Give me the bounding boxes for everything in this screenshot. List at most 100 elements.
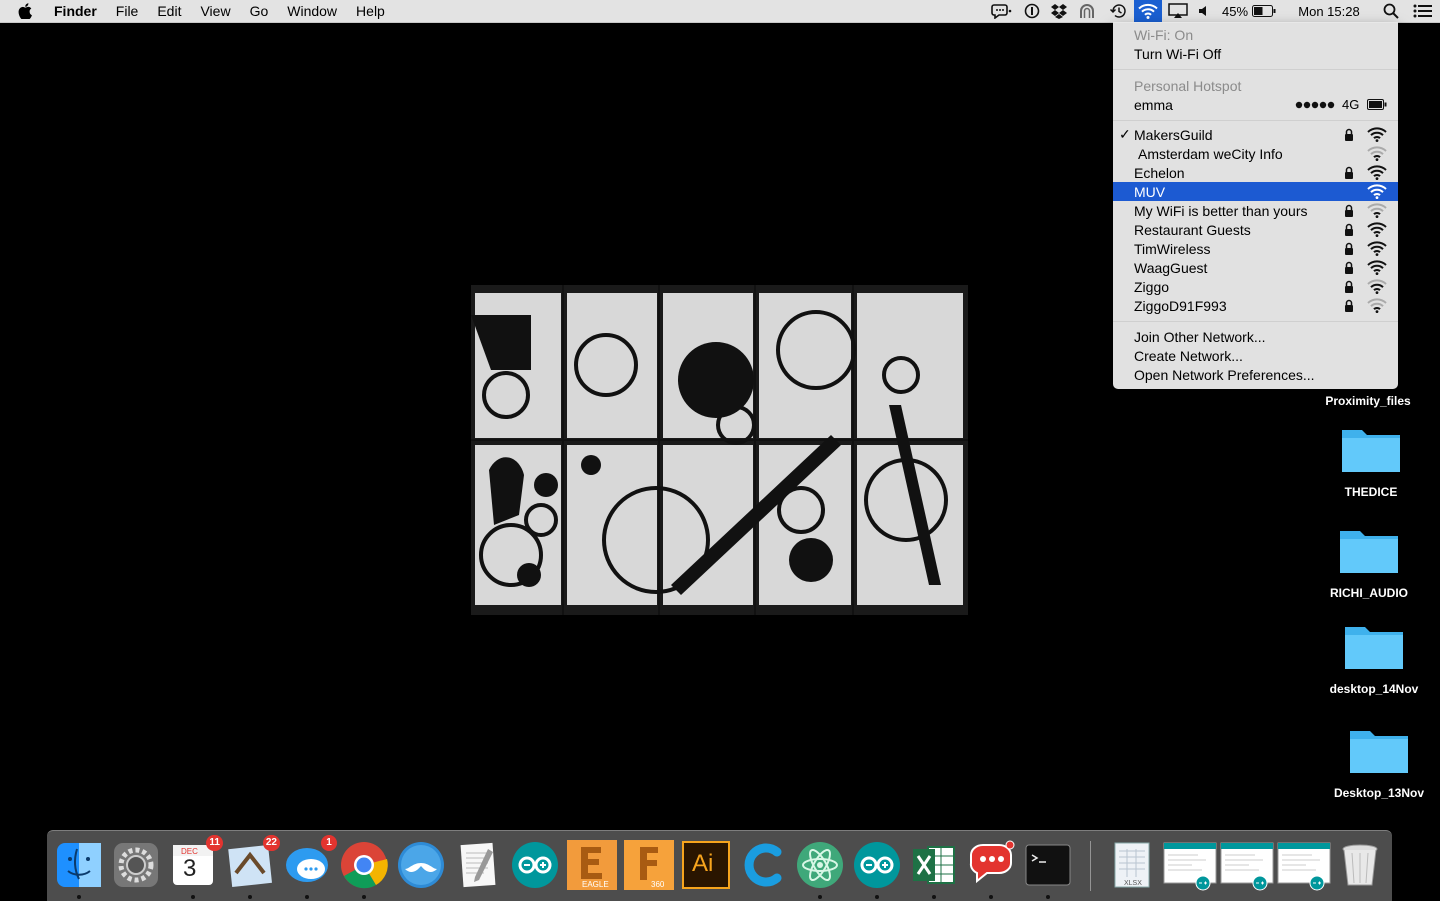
menu-file[interactable]: File xyxy=(116,3,139,19)
desktop-item-label: Proximity_files xyxy=(1325,394,1411,408)
mustache-icon xyxy=(398,842,444,888)
menu-view[interactable]: View xyxy=(200,3,230,19)
network-item-makersguild[interactable]: ✓ MakersGuild xyxy=(1113,125,1398,144)
arduino-window-icon xyxy=(1163,842,1217,891)
arduino-icon xyxy=(854,842,900,888)
turn-wifi-off-item[interactable]: Turn Wi-Fi Off xyxy=(1113,44,1398,63)
running-indicator xyxy=(875,895,879,899)
arduino-window-icon xyxy=(1220,842,1274,891)
network-item-ziggo[interactable]: Ziggo xyxy=(1113,277,1398,296)
dock-mustache-app[interactable] xyxy=(395,839,447,891)
trash-icon xyxy=(1342,844,1378,886)
battery-percent: 45% xyxy=(1221,3,1249,19)
app-menu-finder[interactable]: Finder xyxy=(54,3,97,19)
notification-center-icon[interactable] xyxy=(1406,0,1440,22)
lock-icon xyxy=(1345,128,1353,141)
desktop-folder-desktop-14nov[interactable]: desktop_14Nov xyxy=(1314,621,1434,696)
dock-c-app[interactable] xyxy=(737,839,789,891)
folder-icon xyxy=(1340,531,1398,573)
dock-trash[interactable] xyxy=(1334,839,1386,891)
create-network-item[interactable]: Create Network... xyxy=(1113,346,1398,365)
network-item-restaurant-guests[interactable]: Restaurant Guests xyxy=(1113,220,1398,239)
volume-icon[interactable] xyxy=(1194,0,1216,22)
dock-separator xyxy=(1090,841,1091,891)
lock-icon xyxy=(1345,299,1353,312)
menu-edit[interactable]: Edit xyxy=(157,3,181,19)
dock-calendar[interactable]: DEC 3 11 xyxy=(167,835,223,899)
dock-excel[interactable] xyxy=(908,839,960,899)
lock-icon xyxy=(1345,261,1353,274)
dock-system-preferences[interactable] xyxy=(110,839,162,891)
dock-mail[interactable]: 22 xyxy=(224,835,280,899)
menu-window[interactable]: Window xyxy=(287,3,337,19)
network-item-echelon[interactable]: Echelon xyxy=(1113,163,1398,182)
arch-icon[interactable] xyxy=(1072,0,1102,22)
network-item-muv[interactable]: MUV xyxy=(1113,182,1398,201)
dock-terminal[interactable] xyxy=(1022,839,1074,899)
wifi-status-icon[interactable] xyxy=(1134,0,1162,22)
running-indicator xyxy=(362,895,366,899)
notification-badge: 11 xyxy=(206,835,223,851)
network-name: MakersGuild xyxy=(1134,126,1213,143)
desktop-folder-thedice[interactable]: THEDICE xyxy=(1311,424,1431,499)
open-network-preferences-item[interactable]: Open Network Preferences... xyxy=(1113,365,1398,384)
wifi-strength-full-icon xyxy=(1367,260,1387,275)
desktop-folder-proximity-files[interactable]: Proximity_files xyxy=(1308,388,1428,408)
join-other-network-item[interactable]: Join Other Network... xyxy=(1113,327,1398,346)
running-indicator xyxy=(77,895,81,899)
status-menus: 45% Mon 15:28 xyxy=(986,0,1440,22)
desktop-folder-desktop-13nov[interactable]: Desktop_13Nov xyxy=(1319,725,1439,800)
desktop-wallpaper-image xyxy=(471,285,968,615)
menu-go[interactable]: Go xyxy=(250,3,269,19)
airplay-icon[interactable] xyxy=(1162,0,1194,22)
dock-arduino-window-3[interactable] xyxy=(1277,839,1331,891)
running-indicator xyxy=(191,895,195,899)
info-circle-icon[interactable] xyxy=(1018,0,1046,22)
network-name: Restaurant Guests xyxy=(1134,221,1251,238)
terminal-icon xyxy=(1025,844,1071,886)
network-name: Ziggo xyxy=(1134,278,1170,295)
clock[interactable]: Mon 15:28 xyxy=(1282,0,1376,22)
hotspot-name: emma xyxy=(1134,96,1173,113)
dock-arduino[interactable] xyxy=(509,839,561,891)
dock-finder[interactable] xyxy=(53,839,105,899)
dock-arduino-window-2[interactable] xyxy=(1220,839,1274,891)
gear-icon xyxy=(114,843,158,887)
dock-fusion-360[interactable]: 360 xyxy=(623,839,675,891)
desktop-folder-richi-audio[interactable]: RICHI_AUDIO xyxy=(1309,525,1429,600)
dock-chat-app[interactable] xyxy=(965,839,1017,899)
dock-atom[interactable] xyxy=(794,839,846,899)
hotspot-item-emma[interactable]: emma 4G xyxy=(1113,95,1398,114)
spotlight-search-icon[interactable] xyxy=(1376,0,1406,22)
dock-arduino-running[interactable] xyxy=(851,839,903,899)
dock: DEC 3 11 22 1 EAGLE 360 Ai XLSX xyxy=(47,830,1392,901)
network-item-amsterdam-wecity[interactable]: Amsterdam weCity Info xyxy=(1113,144,1398,163)
dock-eagle[interactable]: EAGLE xyxy=(566,839,618,891)
lock-icon xyxy=(1345,223,1353,236)
dock-textedit[interactable] xyxy=(452,839,504,891)
wifi-strength-full-icon xyxy=(1367,222,1387,237)
dock-xlsx-file[interactable]: XLSX xyxy=(1107,839,1159,891)
message-bubble-icon[interactable] xyxy=(986,0,1018,22)
apple-menu-icon[interactable] xyxy=(18,3,38,19)
running-indicator xyxy=(1046,895,1050,899)
arduino-icon xyxy=(512,842,558,888)
desktop-item-label: desktop_14Nov xyxy=(1329,682,1419,696)
dock-messages[interactable]: 1 xyxy=(281,835,337,899)
wifi-strength-full-icon xyxy=(1367,127,1387,142)
lock-icon xyxy=(1345,166,1353,179)
network-item-ziggod91f993[interactable]: ZiggoD91F993 xyxy=(1113,296,1398,315)
dock-illustrator[interactable]: Ai xyxy=(680,839,732,891)
network-item-waagguest[interactable]: WaagGuest xyxy=(1113,258,1398,277)
eagle-caption: EAGLE xyxy=(582,880,609,889)
battery-status[interactable]: 45% xyxy=(1216,0,1282,22)
dropbox-icon[interactable] xyxy=(1046,0,1072,22)
dock-arduino-window-1[interactable] xyxy=(1163,839,1217,891)
menu-help[interactable]: Help xyxy=(356,3,385,19)
time-machine-icon[interactable] xyxy=(1102,0,1134,22)
dock-chrome[interactable] xyxy=(338,839,390,899)
network-item-my-wifi-is-better[interactable]: My WiFi is better than yours xyxy=(1113,201,1398,220)
wifi-strength-low-icon xyxy=(1367,298,1387,313)
connected-checkmark-icon: ✓ xyxy=(1119,126,1131,142)
network-item-timwireless[interactable]: TimWireless xyxy=(1113,239,1398,258)
